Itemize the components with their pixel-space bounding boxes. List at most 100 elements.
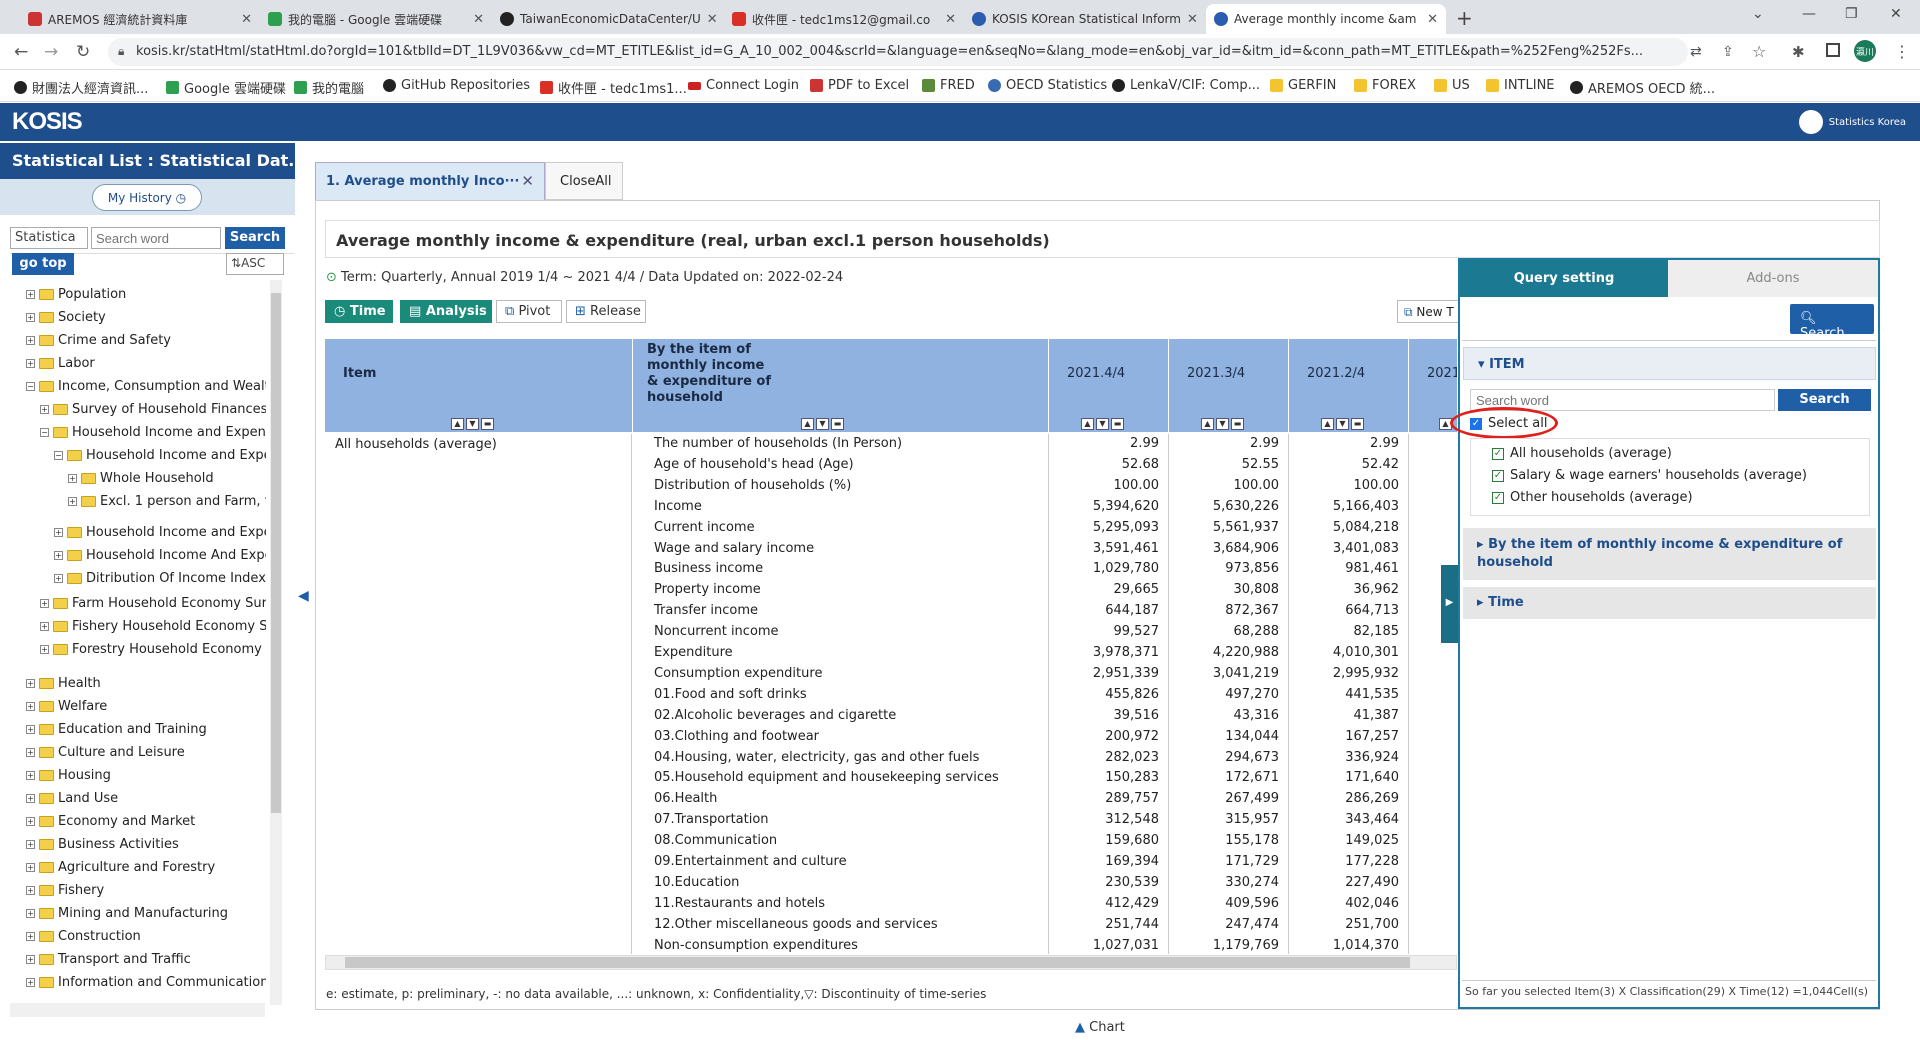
bookmark-folder[interactable]: US <box>1434 78 1470 93</box>
close-tab-icon[interactable]: ✕ <box>241 12 252 27</box>
browser-tab-kosis[interactable]: KOSIS KOrean Statistical Inform ✕ <box>964 4 1204 34</box>
collapse-icon[interactable]: − <box>54 451 63 460</box>
expand-icon[interactable]: + <box>26 725 35 734</box>
item-checkbox[interactable]: ✓ Other households (average) <box>1492 490 1693 505</box>
tree-node[interactable]: + Society <box>26 310 106 325</box>
item-accordion-header[interactable]: ▾ ITEM <box>1463 347 1876 380</box>
tree-node[interactable]: + Ditribution Of Income Index <box>54 571 266 586</box>
expand-icon[interactable]: + <box>26 932 35 941</box>
tree-node[interactable]: + Labor <box>26 356 95 371</box>
bookmark-item[interactable]: Google 雲端硬碟 <box>166 78 286 97</box>
close-tab-icon[interactable]: ✕ <box>707 12 718 27</box>
lock-icon[interactable]: 🔒︎ <box>118 44 124 59</box>
expand-icon[interactable]: + <box>40 622 49 631</box>
bookmark-item[interactable]: 我的電腦 <box>294 78 364 97</box>
expand-icon[interactable]: + <box>26 748 35 757</box>
analysis-button[interactable]: ▤ Analysis <box>400 300 492 323</box>
time-accordion-header[interactable]: ▸ Time <box>1463 587 1876 619</box>
expand-icon[interactable]: + <box>68 474 77 483</box>
expand-icon[interactable]: + <box>26 955 35 964</box>
bookmark-item[interactable]: GitHub Repositories <box>383 78 530 93</box>
profile-avatar[interactable]: 瀛川 <box>1854 40 1876 62</box>
sort-asc-button[interactable]: ⇅ASC <box>226 253 284 275</box>
collapse-icon[interactable]: − <box>40 428 49 437</box>
extensions-icon[interactable]: ✱ <box>1792 43 1805 61</box>
table-scrollbar-thumb[interactable] <box>345 957 1410 968</box>
my-history-button[interactable]: My History ◷ <box>92 184 202 211</box>
expand-icon[interactable]: + <box>26 771 35 780</box>
tree-node[interactable]: + Mining and Manufacturing <box>26 906 228 921</box>
expand-icon[interactable]: + <box>26 840 35 849</box>
tree-node[interactable]: + Fishery <box>26 883 104 898</box>
release-button[interactable]: ⊞ Release <box>566 300 646 323</box>
stat-category-select[interactable]: Statistica ⌄ <box>10 227 88 260</box>
tree-node[interactable]: + Forestry Household Economy S <box>40 642 266 657</box>
close-icon[interactable]: ✕ <box>521 172 534 190</box>
bookmark-item[interactable]: FRED <box>922 78 975 93</box>
tree-node[interactable]: − Household Income and Expend <box>40 425 266 440</box>
statistics-korea-logo[interactable]: Statistics Korea <box>1798 110 1906 134</box>
browser-tab-aremos[interactable]: AREMOS 經濟統計資料庫 ✕ <box>20 4 260 34</box>
expand-icon[interactable]: + <box>26 290 35 299</box>
minimize-icon[interactable]: — <box>1802 6 1816 22</box>
sort-down-icon[interactable]: ▼ <box>466 418 479 430</box>
browser-tab-active[interactable]: Average monthly income &am ✕ <box>1206 4 1446 34</box>
expand-icon[interactable]: + <box>26 336 35 345</box>
tree-node[interactable]: + Culture and Leisure <box>26 745 185 760</box>
go-top-button[interactable]: go top <box>12 253 74 275</box>
byitem-accordion-header[interactable]: ▸ By the item of monthly income & expend… <box>1463 528 1876 580</box>
tree-node[interactable]: + Fishery Household Economy Su <box>40 619 266 634</box>
left-search-button[interactable]: Search <box>225 227 285 249</box>
tree-node[interactable]: + Farm Household Economy Surv <box>40 596 266 611</box>
collapse-icon[interactable]: − <box>26 382 35 391</box>
sort-down-icon[interactable]: ▼ <box>816 418 829 430</box>
expand-icon[interactable]: + <box>26 886 35 895</box>
close-window-icon[interactable]: ✕ <box>1890 6 1902 22</box>
tree-node[interactable]: + Survey of Household Finances a <box>40 402 266 417</box>
statistical-list-title[interactable]: Statistical List : Statistical Dat... ⌄ <box>0 143 326 179</box>
tree-node[interactable]: + Whole Household <box>68 471 214 486</box>
tab-add-ons[interactable]: Add-ons <box>1668 260 1878 297</box>
sort-reset-icon[interactable]: ▬ <box>831 418 844 430</box>
new-tab-button[interactable]: ⧉ New T <box>1397 300 1459 323</box>
close-tab-icon[interactable]: ✕ <box>1187 12 1198 27</box>
kosis-logo[interactable]: KOSIS <box>12 108 83 136</box>
browser-tab-github[interactable]: TaiwanEconomicDataCenter/U ✕ <box>492 4 724 34</box>
menu-kebab-icon[interactable]: ⋮ <box>1894 42 1910 61</box>
bookmark-item[interactable]: Connect Login <box>688 78 799 93</box>
tree-node[interactable]: + Crime and Safety <box>26 333 171 348</box>
sort-up-icon[interactable]: ▲ <box>451 418 464 430</box>
bookmark-item[interactable]: OECD Statistics <box>988 78 1107 93</box>
close-tab-icon[interactable]: ✕ <box>1427 12 1438 27</box>
collapse-right-panel-icon[interactable]: ▶ <box>1441 565 1458 643</box>
tab-search-chevron-icon[interactable]: ⌄ <box>1752 6 1764 22</box>
sidepanel-icon[interactable] <box>1826 43 1840 57</box>
expand-icon[interactable]: + <box>54 574 63 583</box>
tree-node[interactable]: + Transport and Traffic <box>26 952 191 967</box>
tree-node[interactable]: + Business Activities <box>26 837 179 852</box>
browser-tab-gmail[interactable]: 收件匣 - tedc1ms12@gmail.co ✕ <box>724 4 964 34</box>
item-checkbox[interactable]: ✓ All households (average) <box>1492 446 1672 461</box>
expand-icon[interactable]: + <box>26 359 35 368</box>
sort-reset-icon[interactable]: ▬ <box>481 418 494 430</box>
collapse-left-panel-icon[interactable]: ◀ <box>298 588 309 604</box>
sort-reset-icon[interactable]: ▬ <box>1351 418 1364 430</box>
tree-node[interactable]: + Household Income And Exper <box>54 548 266 563</box>
expand-icon[interactable]: + <box>26 863 35 872</box>
share-icon[interactable]: ⇪ <box>1722 44 1734 60</box>
tree-node[interactable]: + Population <box>26 287 126 302</box>
sort-reset-icon[interactable]: ▬ <box>1111 418 1124 430</box>
tree-node[interactable]: + Information and Communication <box>26 975 266 990</box>
bookmark-folder[interactable]: FOREX <box>1354 78 1416 93</box>
expand-icon[interactable]: + <box>26 978 35 987</box>
restore-icon[interactable]: ❐ <box>1845 6 1858 22</box>
reload-icon[interactable]: ↻ <box>76 42 90 62</box>
bookmark-item[interactable]: LenkaV/CIF: Comp... <box>1112 78 1260 93</box>
sort-up-icon[interactable]: ▲ <box>1201 418 1214 430</box>
sort-up-icon[interactable]: ▲ <box>1321 418 1334 430</box>
tree-horizontal-scrollbar[interactable] <box>10 1003 265 1017</box>
tree-node[interactable]: + Housing <box>26 768 111 783</box>
bookmark-item[interactable]: AREMOS OECD 統... <box>1570 78 1715 97</box>
table-tab[interactable]: 1. Average monthly Inco··· ✕ <box>315 162 545 200</box>
sort-down-icon[interactable]: ▼ <box>1336 418 1349 430</box>
